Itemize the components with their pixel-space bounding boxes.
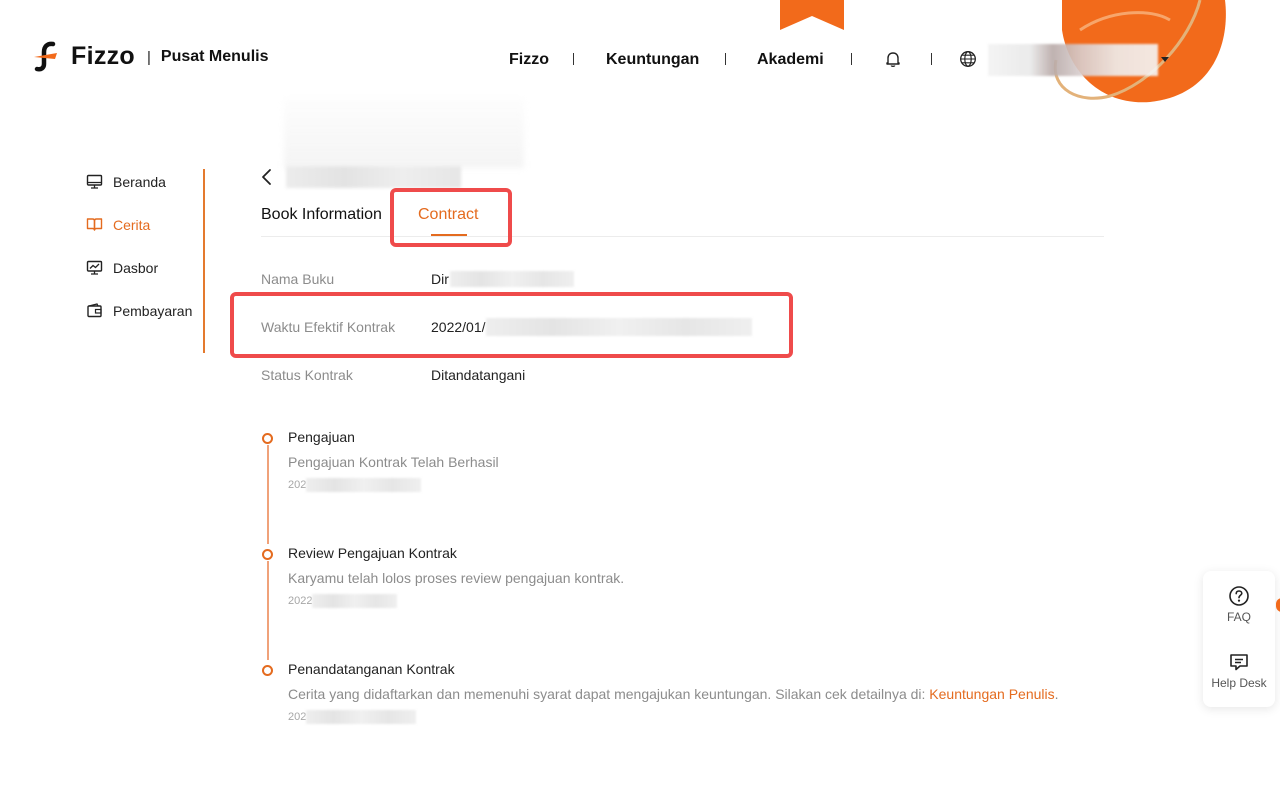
nav-divider (851, 53, 852, 65)
redacted-text (485, 318, 752, 336)
timeline-step-date: 202 (288, 710, 417, 724)
monitor-icon (86, 174, 103, 189)
timeline-step-desc: Cerita yang didaftarkan dan memenuhi sya… (288, 686, 1059, 702)
info-row-status: Status Kontrak Ditandatangani (261, 365, 525, 385)
book-name-value: Dir (431, 271, 574, 287)
book-title-redacted (286, 166, 461, 188)
date-text: 202 (288, 479, 307, 491)
timeline-step-title: Penandatanganan Kontrak (288, 661, 455, 677)
nav-keuntungan[interactable]: Keuntungan (606, 51, 699, 69)
redacted-area (284, 98, 524, 168)
brand-subtitle: Pusat Menulis (160, 48, 269, 65)
sidebar-divider (203, 169, 205, 353)
sidebar-item-cerita[interactable]: Cerita (86, 203, 206, 246)
timeline-step-title: Pengajuan (288, 429, 355, 445)
timeline-step-date: 2022 (288, 594, 398, 608)
globe-icon[interactable] (959, 50, 977, 68)
effective-time-text: 2022/01/ (431, 319, 486, 335)
info-row-book-name: Nama Buku Dir (261, 269, 574, 289)
effective-time-label: Waktu Efektif Kontrak (261, 319, 396, 335)
user-account-redacted[interactable] (988, 44, 1158, 76)
book-name-text: Dir (431, 271, 449, 287)
date-text: 202 (288, 711, 307, 723)
nav-divider (725, 53, 726, 65)
tab-book-information[interactable]: Book Information (261, 206, 382, 224)
tab-contract[interactable]: Contract (418, 206, 478, 224)
chart-monitor-icon (86, 260, 103, 275)
sidebar-item-label: Cerita (113, 216, 151, 233)
effective-time-value: 2022/01/ (431, 318, 752, 336)
book-name-label: Nama Buku (261, 271, 335, 287)
timeline-dot (262, 665, 273, 676)
nav-divider (573, 53, 574, 65)
fizzo-logo-icon (34, 41, 57, 72)
status-value: Ditandatangani (431, 367, 526, 383)
redacted-text (449, 271, 574, 287)
desc-text: Cerita yang didaftarkan dan memenuhi sya… (288, 686, 930, 702)
faq-button[interactable]: FAQ (1203, 585, 1275, 624)
sidebar-item-dasbor[interactable]: Dasbor (86, 246, 206, 289)
top-header: Fizzo | Pusat Menulis Fizzo Keuntungan A… (0, 0, 1280, 120)
nav-akademi[interactable]: Akademi (757, 51, 824, 69)
timeline-step-date: 202 (288, 478, 422, 492)
sidebar-item-beranda[interactable]: Beranda (86, 160, 206, 203)
help-desk-label: Help Desk (1211, 676, 1267, 690)
sidebar: Beranda Cerita Dasbor Pembayaran (86, 160, 206, 332)
sidebar-item-label: Beranda (113, 173, 166, 190)
wallet-icon (87, 303, 102, 318)
chat-bubble-icon (1230, 654, 1248, 671)
timeline-step-desc: Karyamu telah lolos proses review pengaj… (288, 570, 625, 586)
tab-bar: Book Information Contract (261, 200, 1104, 237)
redacted-text (312, 594, 398, 608)
timeline-connector (267, 561, 269, 660)
page-header (260, 166, 461, 188)
side-tab-handle[interactable] (1276, 598, 1280, 612)
timeline-step-title: Review Pengajuan Kontrak (288, 545, 457, 561)
faq-label: FAQ (1226, 610, 1251, 624)
timeline-dot (262, 433, 273, 444)
timeline-step-desc: Pengajuan Kontrak Telah Berhasil (288, 454, 499, 470)
info-row-effective-time: Waktu Efektif Kontrak 2022/01/ (261, 317, 752, 337)
nav-fizzo[interactable]: Fizzo (509, 51, 549, 69)
help-desk-button[interactable]: Help Desk (1203, 651, 1275, 690)
help-panel: FAQ Help Desk (1203, 571, 1275, 707)
timeline-connector (267, 445, 269, 544)
date-text: 2022 (288, 595, 313, 607)
status-label: Status Kontrak (261, 367, 353, 383)
question-circle-icon (1229, 586, 1249, 606)
sidebar-item-label: Pembayaran (113, 302, 193, 319)
redacted-text (306, 710, 417, 724)
brand-logo[interactable]: Fizzo | Pusat Menulis (32, 40, 268, 72)
sidebar-item-pembayaran[interactable]: Pembayaran (86, 289, 206, 332)
brand-name: Fizzo (71, 41, 135, 70)
nav-divider (931, 53, 932, 65)
keuntungan-penulis-link[interactable]: Keuntungan Penulis (929, 686, 1054, 702)
sidebar-item-label: Dasbor (113, 259, 159, 276)
book-open-icon (86, 218, 103, 231)
timeline-dot (262, 549, 273, 560)
active-tab-indicator (431, 234, 467, 236)
redacted-text (306, 478, 422, 492)
brand-separator: | (147, 48, 151, 66)
back-arrow-icon[interactable] (260, 168, 274, 186)
desc-suffix: . (1054, 686, 1059, 702)
bell-icon[interactable] (884, 50, 902, 68)
chevron-down-icon[interactable] (1161, 57, 1169, 62)
